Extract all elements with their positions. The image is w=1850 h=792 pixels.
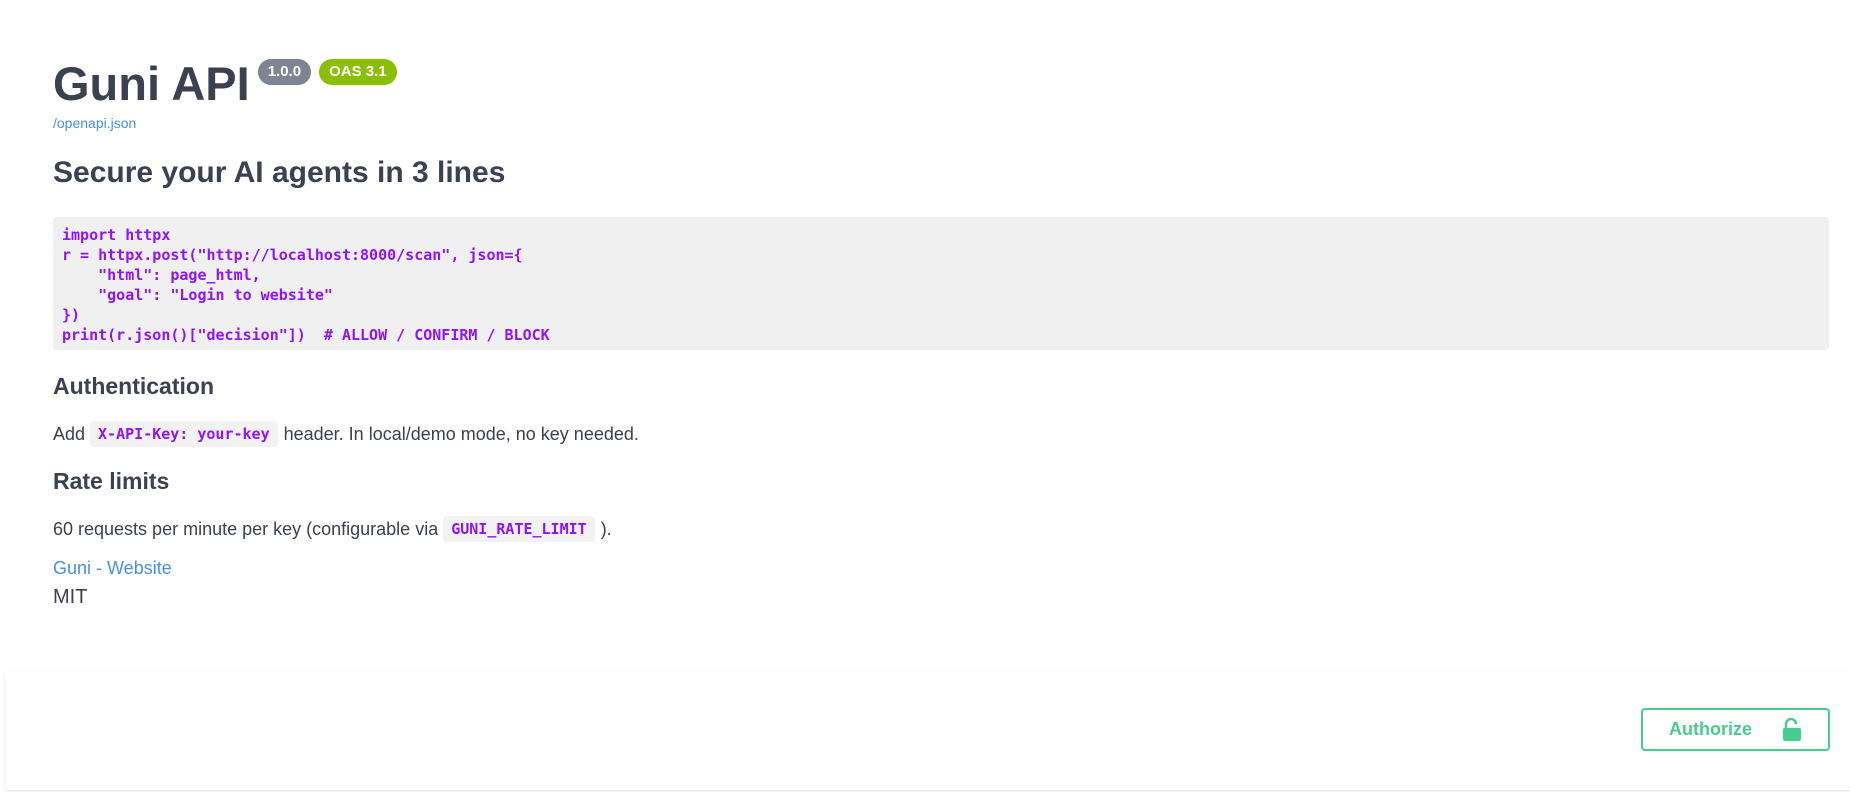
code-example: import httpx r = httpx.post("http://loca… (53, 217, 1829, 350)
api-key-header-code: X-API-Key: your-key (90, 421, 278, 447)
rate-limits-paragraph: 60 requests per minute per key (configur… (53, 512, 612, 546)
auth-text-after: header. In local/demo mode, no key neede… (283, 423, 639, 444)
description-heading: Secure your AI agents in 3 lines (53, 156, 506, 189)
auth-text-before: Add (53, 423, 86, 444)
oas-badge: OAS 3.1 (319, 59, 397, 85)
authentication-paragraph: Add X-API-Key: your-key header. In local/d… (53, 417, 639, 451)
title-row: Guni API 1.0.0 OAS 3.1 (53, 56, 397, 112)
code-example-text: import httpx r = httpx.post("http://loca… (62, 226, 550, 344)
api-title: Guni API (53, 57, 250, 110)
license-name: MIT (53, 586, 88, 608)
openapi-spec-link[interactable]: /openapi.json (53, 115, 136, 131)
authentication-heading: Authentication (53, 373, 214, 399)
scheme-container: Authorize (5, 672, 1850, 790)
authorize-label: Authorize (1669, 719, 1752, 739)
rate-limits-heading: Rate limits (53, 468, 170, 494)
rate-text-before: 60 requests per minute per key (configur… (53, 518, 439, 539)
version-badge: 1.0.0 (257, 59, 312, 85)
contact-website-link[interactable]: Guni - Website (53, 558, 172, 579)
rate-text-after: ). (600, 518, 612, 539)
authorize-button[interactable]: Authorize (1641, 708, 1830, 751)
rate-limit-env-code: GUNI_RATE_LIMIT (443, 516, 595, 542)
lock-open-icon (1782, 717, 1802, 742)
